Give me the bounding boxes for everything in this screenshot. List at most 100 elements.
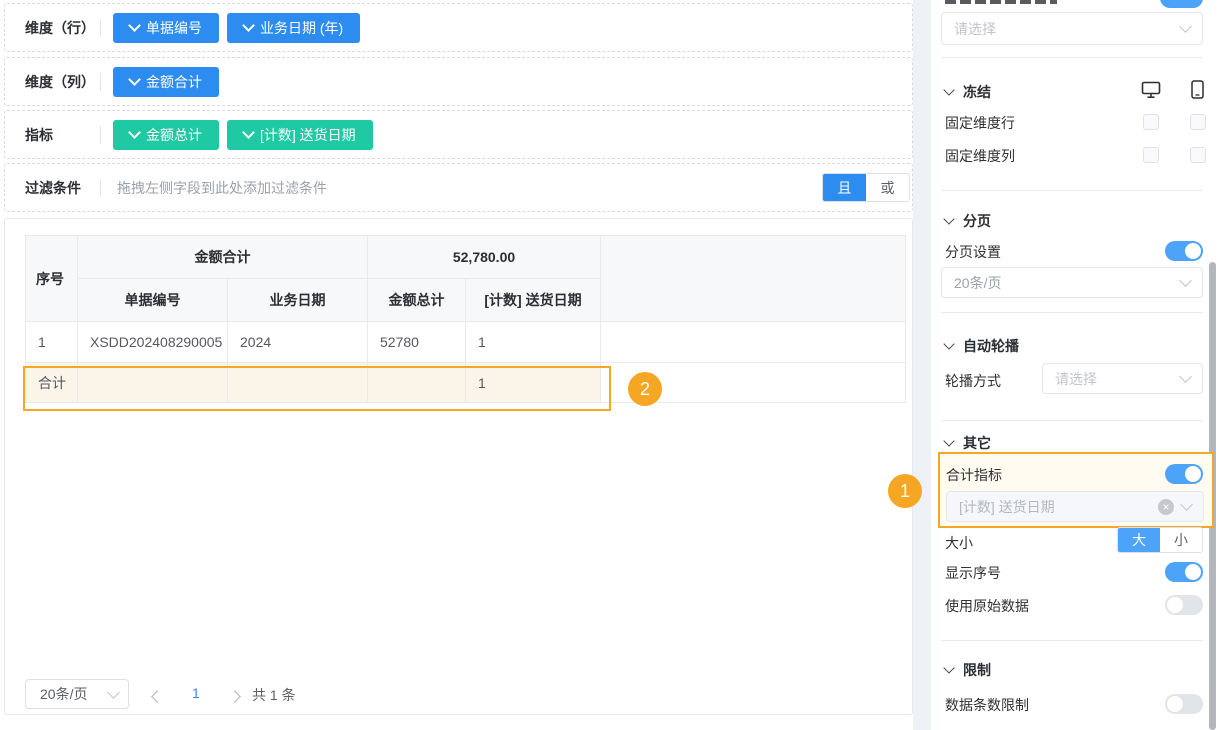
freeze-col-mobile-checkbox[interactable] — [1190, 147, 1206, 163]
divider — [100, 126, 101, 144]
callout-badge-1: 1 — [888, 474, 922, 508]
total-label: 合计 — [26, 363, 78, 403]
tag-label: 单据编号 — [146, 18, 202, 38]
total-count-text: 共 1 条 — [252, 685, 296, 705]
rows-limit-toggle[interactable] — [1165, 694, 1203, 714]
report-designer-page: 维度（行） 单据编号 业务日期 (年) 维度（列） 金额合计 指标 金额总计 [… — [0, 0, 1221, 730]
and-or-switch: 且 或 — [822, 173, 910, 202]
cell-seq: 1 — [26, 322, 78, 363]
section-paging[interactable]: 分页 — [945, 211, 991, 231]
prev-page-button[interactable] — [153, 688, 162, 704]
section-divider — [941, 640, 1203, 641]
section-limit[interactable]: 限制 — [945, 660, 991, 680]
show-seq-label: 显示序号 — [945, 563, 1001, 583]
table-row: 1 XSDD202408290005 2024 52780 1 — [26, 322, 906, 363]
total-indicator-value: [计数] 送货日期 — [959, 497, 1055, 517]
pivot-table: 序号 金额合计 52,780.00 单据编号 业务日期 金额总计 [计数] 送货… — [25, 235, 906, 403]
paging-setting-label: 分页设置 — [945, 242, 1001, 262]
col-header-doc-no: 单据编号 — [78, 279, 228, 322]
chevron-down-icon — [943, 662, 954, 673]
tag-label: 业务日期 (年) — [260, 18, 343, 38]
total-indicator-select[interactable]: [计数] 送货日期 × — [946, 491, 1204, 522]
filter-label: 过滤条件 — [25, 178, 100, 198]
freeze-row-mobile-checkbox[interactable] — [1190, 114, 1206, 130]
truncated-toggle[interactable] — [1160, 0, 1203, 8]
section-title: 限制 — [963, 660, 991, 680]
total-count: 1 — [466, 363, 601, 403]
current-page[interactable]: 1 — [192, 685, 200, 701]
cell-biz-date: 2024 — [228, 322, 368, 363]
total-indicator-toggle[interactable] — [1165, 464, 1203, 484]
size-large-button[interactable]: 大 — [1118, 528, 1160, 552]
tag-amount-group[interactable]: 金额合计 — [113, 67, 219, 97]
filler-header — [601, 236, 906, 322]
section-divider — [941, 420, 1203, 421]
panel-gap — [913, 0, 931, 730]
cell-amount: 52780 — [368, 322, 466, 363]
size-small-button[interactable]: 小 — [1160, 528, 1202, 552]
freeze-row-label: 固定维度行 — [945, 113, 1015, 133]
group-header-value: 52,780.00 — [368, 236, 601, 279]
freeze-col-label: 固定维度列 — [945, 146, 1015, 166]
tag-label: [计数] 送货日期 — [260, 125, 356, 145]
or-button[interactable]: 或 — [866, 174, 909, 201]
dimension-col-label: 维度（列） — [25, 72, 100, 92]
page-size-select[interactable]: 20条/页 — [25, 679, 129, 709]
chevron-down-icon — [1179, 370, 1192, 383]
chevron-down-icon — [242, 126, 255, 139]
dimension-col-panel: 维度（列） 金额合计 — [4, 57, 913, 106]
and-button[interactable]: 且 — [823, 174, 866, 201]
freeze-col-desktop-checkbox[interactable] — [1143, 147, 1159, 163]
tag-biz-date-year[interactable]: 业务日期 (年) — [227, 13, 360, 43]
chevron-down-icon — [107, 686, 120, 699]
section-freeze[interactable]: 冻结 — [945, 82, 991, 102]
dimension-row-panel: 维度（行） 单据编号 业务日期 (年) — [4, 3, 913, 52]
chevron-down-icon — [128, 19, 141, 32]
tag-amount-total[interactable]: 金额总计 — [113, 120, 219, 150]
page-size-value: 20条/页 — [40, 684, 87, 704]
divider — [100, 73, 101, 91]
section-divider — [941, 312, 1203, 313]
col-header-count-delivery: [计数] 送货日期 — [466, 279, 601, 322]
chevron-down-icon — [1179, 274, 1192, 287]
carousel-mode-label: 轮播方式 — [945, 371, 1001, 391]
show-seq-toggle[interactable] — [1165, 562, 1203, 582]
chevron-down-icon — [943, 213, 954, 224]
chevron-down-icon — [943, 84, 954, 95]
cell-count: 1 — [466, 322, 601, 363]
chevron-down-icon — [1179, 20, 1192, 33]
top-select[interactable]: 请选择 — [941, 12, 1203, 45]
cell-doc-no: XSDD202408290005 — [78, 322, 228, 363]
section-title: 冻结 — [963, 82, 991, 102]
tag-doc-no[interactable]: 单据编号 — [113, 13, 219, 43]
section-title: 其它 — [963, 433, 991, 453]
raw-data-toggle[interactable] — [1165, 595, 1203, 615]
carousel-mode-placeholder: 请选择 — [1055, 369, 1097, 389]
chevron-down-icon — [128, 126, 141, 139]
total-empty — [368, 363, 466, 403]
section-other[interactable]: 其它 — [945, 433, 991, 453]
section-divider — [941, 57, 1203, 58]
next-page-button[interactable] — [230, 688, 239, 704]
chevron-down-icon — [943, 338, 954, 349]
chevron-down-icon — [128, 73, 141, 86]
total-empty — [78, 363, 228, 403]
paging-setting-toggle[interactable] — [1165, 241, 1203, 261]
chevron-down-icon — [242, 19, 255, 32]
paging-size-select[interactable]: 20条/页 — [941, 267, 1203, 298]
carousel-mode-select[interactable]: 请选择 — [1042, 363, 1203, 394]
clear-icon[interactable]: × — [1158, 499, 1174, 515]
section-title: 分页 — [963, 211, 991, 231]
desktop-icon — [1141, 81, 1161, 102]
paging-size-value: 20条/页 — [954, 273, 1001, 293]
total-empty — [228, 363, 368, 403]
truncated-setting-label — [945, 0, 1057, 4]
tag-label: 金额合计 — [146, 72, 202, 92]
freeze-row-desktop-checkbox[interactable] — [1143, 114, 1159, 130]
indicator-panel: 指标 金额总计 [计数] 送货日期 — [4, 110, 913, 159]
size-label: 大小 — [945, 533, 973, 553]
tag-count-delivery-date[interactable]: [计数] 送货日期 — [227, 120, 373, 150]
section-carousel[interactable]: 自动轮播 — [945, 336, 1019, 356]
filter-drop-zone[interactable]: 拖拽左侧字段到此处添加过滤条件 — [117, 178, 327, 198]
dimension-row-label: 维度（行） — [25, 18, 100, 38]
